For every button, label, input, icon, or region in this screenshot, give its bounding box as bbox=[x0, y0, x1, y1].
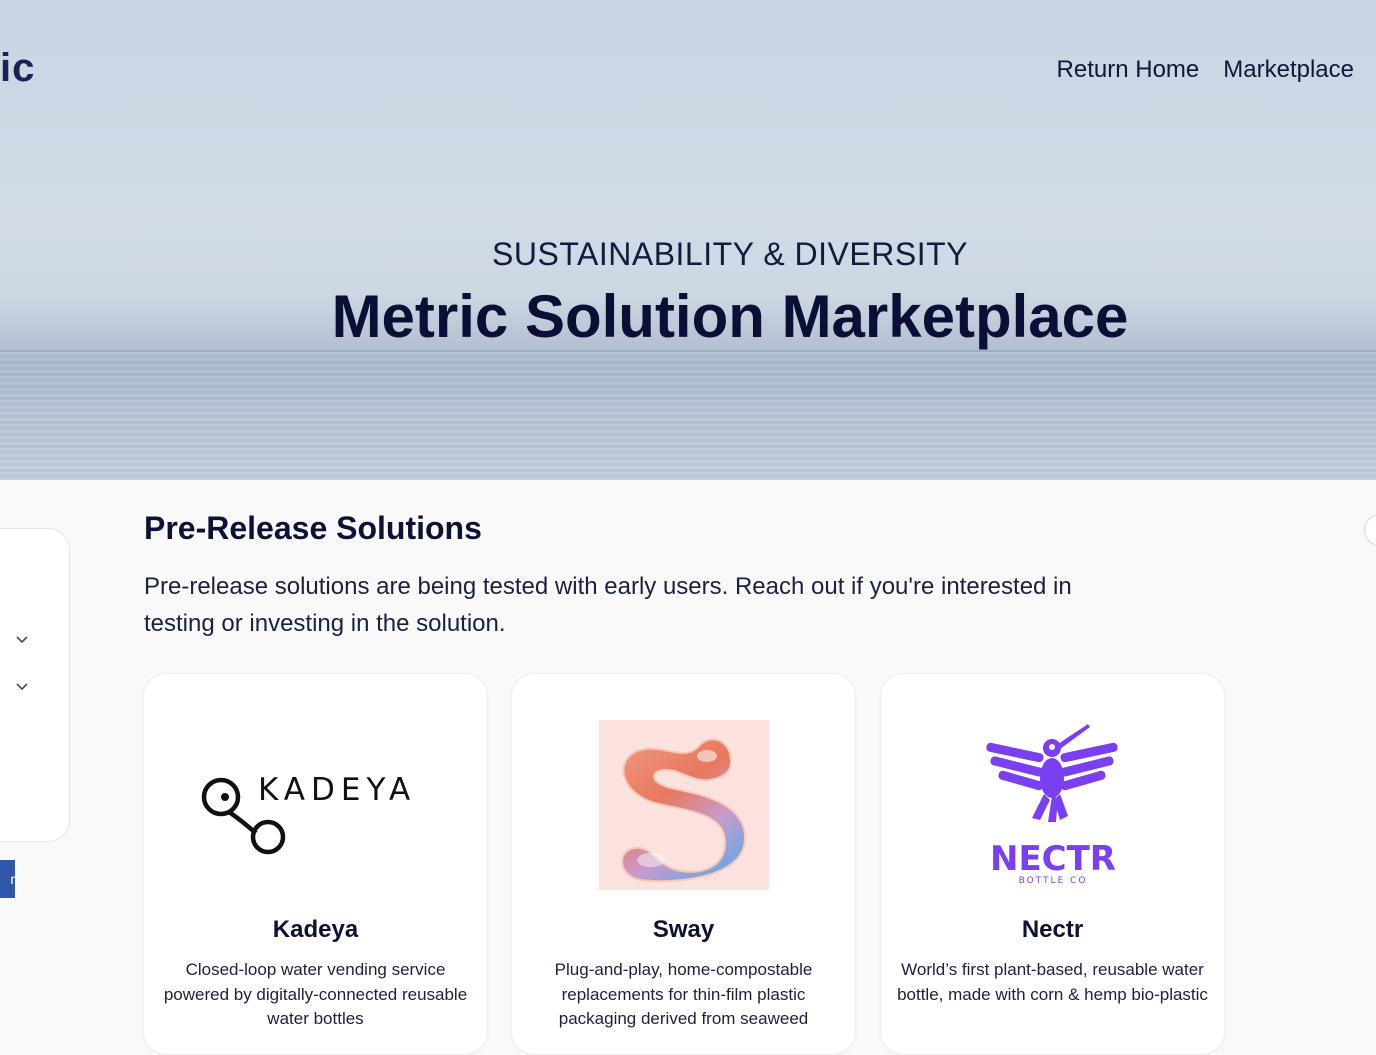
card-name: Nectr bbox=[1021, 916, 1084, 943]
svg-text:KADEYA: KADEYA bbox=[258, 772, 416, 808]
chevron-down-icon[interactable] bbox=[15, 633, 29, 647]
nav-marketplace[interactable]: Marketplace bbox=[1223, 56, 1354, 84]
solution-card-kadeya[interactable]: KADEYA Kadeya Closed-loop water vending … bbox=[143, 673, 488, 1055]
hero-sea bbox=[0, 352, 1376, 480]
top-nav: Return Home Marketplace bbox=[1057, 56, 1354, 84]
card-description: Plug-and-play, home-compostable replacem… bbox=[554, 960, 813, 1028]
site-logo[interactable]: ic bbox=[0, 46, 35, 91]
sway-logo bbox=[598, 720, 769, 890]
chevron-down-icon[interactable] bbox=[15, 680, 29, 694]
card-description: World’s first plant-based, reusable wate… bbox=[897, 960, 1208, 1004]
svg-text:BOTTLE CO: BOTTLE CO bbox=[1018, 876, 1087, 886]
solution-card-nectr[interactable]: NECTR BOTTLE CO Nectr World’s first plan… bbox=[880, 673, 1225, 1055]
carousel-control[interactable] bbox=[1364, 514, 1376, 546]
section-title: Pre-Release Solutions bbox=[144, 510, 482, 546]
hero-subtitle: SUSTAINABILITY & DIVERSITY bbox=[492, 236, 968, 272]
card-name: Sway bbox=[652, 916, 715, 943]
section-description: Pre-release solutions are being tested w… bbox=[144, 573, 1072, 637]
kadeya-logo: KADEYA bbox=[201, 772, 416, 855]
svg-text:NECTR: NECTR bbox=[989, 839, 1115, 879]
solution-card-sway[interactable]: Sway Plug-and-play, home-compostable rep… bbox=[511, 673, 856, 1055]
nav-return-home[interactable]: Return Home bbox=[1057, 56, 1200, 84]
filter-panel bbox=[0, 528, 70, 842]
filter-apply-button[interactable]: r bbox=[0, 860, 15, 898]
card-name: Kadeya bbox=[272, 916, 359, 943]
nectr-logo: NECTR BOTTLE CO bbox=[985, 724, 1118, 886]
hero-title: Metric Solution Marketplace bbox=[331, 283, 1129, 350]
card-description: Closed-loop water vending service powere… bbox=[163, 960, 468, 1028]
